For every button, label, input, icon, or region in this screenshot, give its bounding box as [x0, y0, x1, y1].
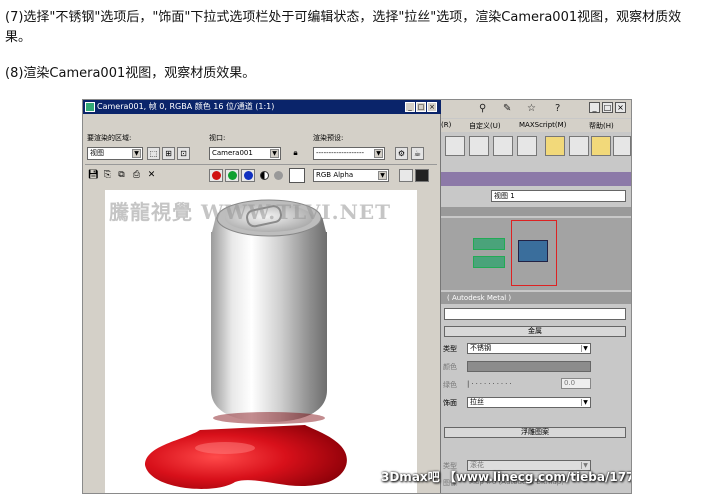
render-setup-icon[interactable]: ⚙ — [395, 147, 408, 160]
max-title-toolbar: ⚲ ✎ ☆ ? _ □ × — [439, 100, 631, 118]
print-icon[interactable]: ⎙ — [130, 169, 143, 182]
max-command-panel: ⚲ ✎ ☆ ? _ □ × (R) 自定义(U) MAXScript(M) 帮助… — [439, 100, 631, 493]
help-icon[interactable]: ? — [555, 103, 560, 114]
toolbar-separator — [85, 164, 437, 165]
maximize-button[interactable]: □ — [602, 102, 613, 113]
edit-region-icon[interactable]: ⬚ — [147, 147, 160, 160]
liquid-highlight — [195, 442, 255, 454]
toolbar-icon-2[interactable] — [469, 136, 489, 156]
can-body — [211, 232, 327, 422]
minimize-button[interactable]: _ — [589, 102, 600, 113]
maximize-button[interactable]: □ — [416, 102, 426, 112]
type-label: 类型 — [443, 345, 457, 353]
area-select[interactable]: 视图 ▼ — [87, 147, 143, 160]
render-setup-icon[interactable] — [569, 136, 589, 156]
color-label: 颜色 — [443, 363, 457, 371]
toolbar-icon-1[interactable] — [445, 136, 465, 156]
slate-header — [439, 172, 631, 186]
chevron-down-icon: ▼ — [581, 345, 589, 352]
teapot-icon[interactable]: ☕ — [411, 147, 424, 160]
alpha-channel-icon[interactable] — [260, 171, 269, 180]
site-watermark: 3Dmax吧 【www.linecg.com/tieba/1771】 — [381, 470, 632, 484]
render-canvas: 騰龍視覺 WWW.TLVI.NET — [105, 190, 417, 493]
app-icon — [85, 102, 95, 112]
preset-label: 渲染预设: — [313, 134, 344, 142]
patina-label: 绿色 — [443, 381, 457, 389]
step7-paragraph: (7)选择"不锈钢"选项后，"饰面"下拉式选项栏处于可编辑状态，选择"拉丝"选项… — [5, 10, 682, 45]
menu-item-maxscript[interactable]: MAXScript(M) — [519, 121, 566, 129]
canvas-watermark: 騰龍視覺 WWW.TLVI.NET — [109, 200, 392, 224]
minimize-button[interactable]: _ — [405, 102, 415, 112]
material-node-2[interactable] — [473, 256, 505, 268]
material-node-1[interactable] — [473, 238, 505, 250]
screenshot-image: ⚲ ✎ ☆ ? _ □ × (R) 自定义(U) MAXScript(M) 帮助… — [82, 99, 632, 494]
color-swatch[interactable] — [289, 168, 305, 183]
clone-icon[interactable]: ⧉ — [115, 169, 128, 182]
copy-icon[interactable]: ⎘ — [101, 169, 114, 182]
star-icon[interactable]: ☆ — [527, 103, 536, 114]
section-relief-pattern[interactable]: 浮雕图案 — [444, 427, 626, 438]
patina-value[interactable]: 0.0 — [561, 378, 591, 389]
lock-icon[interactable]: 🔒︎ — [289, 147, 302, 160]
viewport-select[interactable]: Camera001 ▼ — [209, 147, 281, 160]
can-shadow — [213, 412, 325, 424]
viewport-label: 视口: — [209, 134, 226, 142]
toggle-ui-overlay-icon[interactable] — [399, 169, 413, 182]
finish-label: 饰面 — [443, 399, 457, 407]
area-label: 要渲染的区域: — [87, 134, 132, 142]
close-button[interactable]: × — [615, 102, 626, 113]
auto-region-icon[interactable]: ⊞ — [162, 147, 175, 160]
render-window-title: Camera001, 帧 0, RGBA 颜色 16 位/通道 (1:1) _ … — [83, 100, 441, 114]
patina-slider[interactable]: |·········· — [467, 379, 559, 389]
panel-divider — [439, 207, 631, 216]
channel-display-select[interactable]: RGB Alpha ▼ — [313, 169, 389, 182]
toolbar-icon-4[interactable] — [517, 136, 537, 156]
red-channel-icon — [212, 171, 221, 180]
chevron-down-icon: ▼ — [132, 149, 141, 158]
toolbar-icon-3[interactable] — [493, 136, 513, 156]
chevron-down-icon: ▼ — [378, 171, 387, 180]
display-toggle-icon[interactable] — [415, 169, 429, 182]
metal-material-node[interactable] — [518, 240, 548, 262]
preset-select[interactable]: ------------------- ▼ — [313, 147, 385, 160]
crop-icon[interactable]: ⊡ — [177, 147, 190, 160]
node-view — [439, 218, 631, 290]
green-channel-icon — [228, 171, 237, 180]
render-frame-icon[interactable] — [591, 136, 611, 156]
chevron-down-icon: ▼ — [581, 399, 589, 406]
mono-channel-icon[interactable] — [274, 171, 283, 180]
red-liquid-puddle — [145, 425, 347, 489]
menu-item-customize[interactable]: 自定义(U) — [469, 121, 501, 131]
chevron-down-icon: ▼ — [374, 149, 383, 158]
save-icon[interactable]: 💾︎ — [87, 169, 100, 182]
menu-item-help[interactable]: 帮助(H) — [589, 121, 614, 131]
blue-channel-icon — [244, 171, 253, 180]
clear-icon[interactable]: ✕ — [145, 169, 158, 182]
render-frame-window: Camera001, 帧 0, RGBA 颜色 16 位/通道 (1:1) _ … — [83, 100, 441, 493]
type-select[interactable]: 不锈钢 ▼ — [467, 343, 591, 354]
step8-paragraph: (8)渲染Camera001视图，观察材质效果。 — [5, 66, 256, 81]
close-button[interactable]: × — [427, 102, 437, 112]
material-name-bar: ( Autodesk Metal ) — [439, 292, 631, 304]
finish-select[interactable]: 拉丝 ▼ — [467, 397, 591, 408]
wrench-icon[interactable]: ✎ — [503, 103, 511, 114]
color-swatch[interactable] — [467, 361, 591, 372]
material-editor-icon[interactable] — [545, 136, 565, 156]
material-name-input[interactable] — [444, 308, 626, 320]
section-metal[interactable]: 金属 — [444, 326, 626, 337]
vertical-scrollbar[interactable] — [419, 188, 439, 493]
teapot-icon[interactable] — [613, 136, 631, 156]
view-select[interactable]: 视图 1 — [491, 190, 626, 202]
binoculars-icon[interactable]: ⚲ — [479, 103, 486, 114]
rendered-can-image — [145, 199, 347, 489]
max-main-toolbar — [439, 133, 631, 159]
menu-item-render[interactable]: (R) — [441, 121, 451, 129]
max-menubar: (R) 自定义(U) MAXScript(M) 帮助(H) — [439, 119, 631, 132]
chevron-down-icon: ▼ — [270, 149, 279, 158]
